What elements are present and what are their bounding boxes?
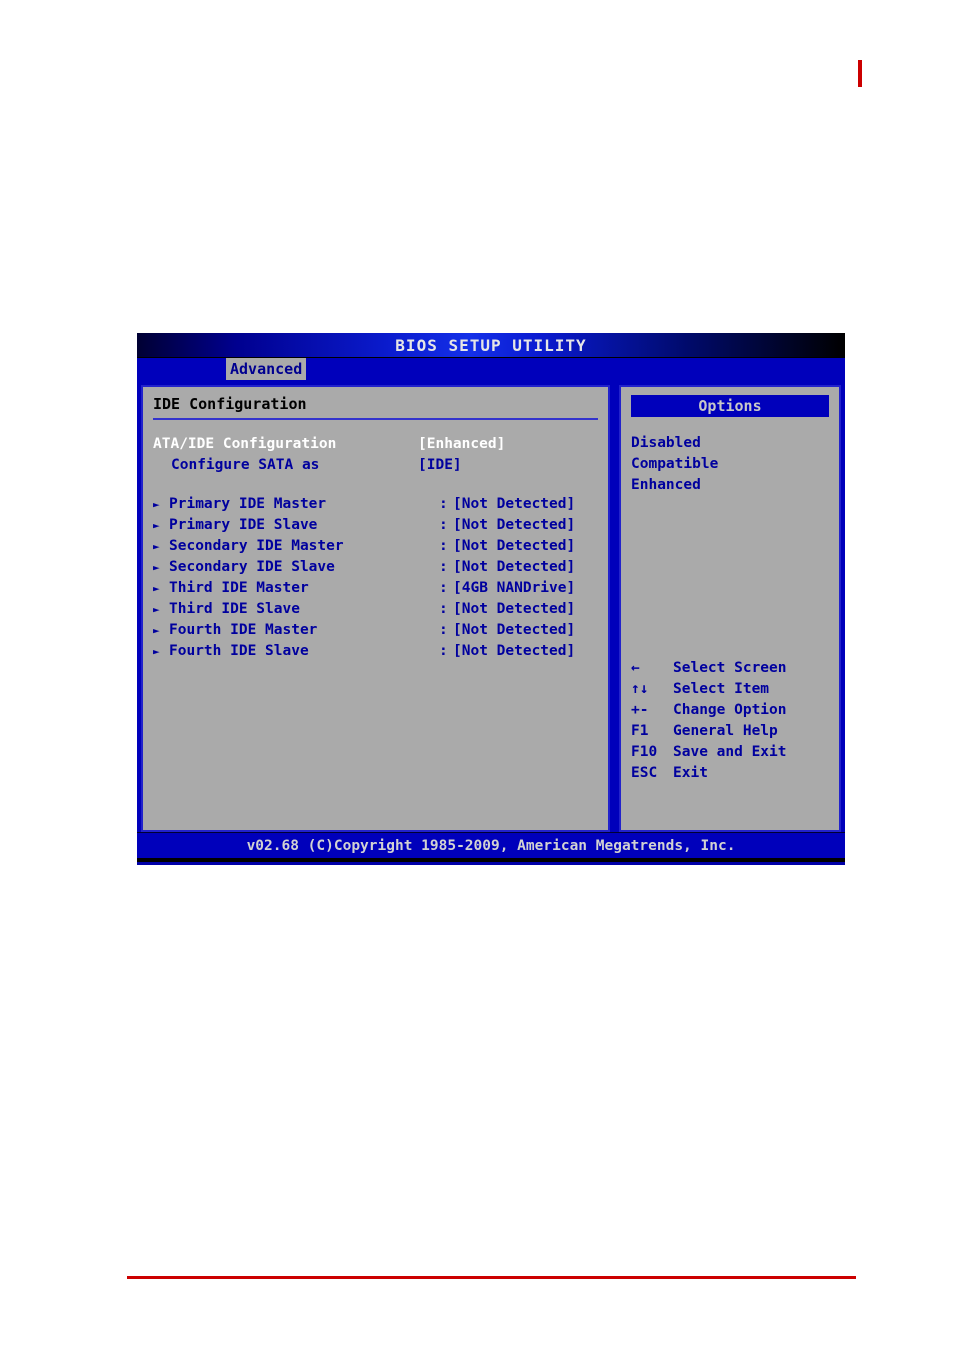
device-colon: : (439, 601, 448, 617)
setting-label: ATA/IDE Configuration (153, 436, 337, 452)
triangle-right-icon: ► (153, 498, 160, 511)
setting-row-ata-ide-configuration[interactable]: ATA/IDE Configuration [Enhanced] (153, 434, 598, 455)
device-value: [Not Detected] (453, 538, 576, 554)
section-divider (153, 418, 598, 420)
device-colon: : (439, 538, 448, 554)
triangle-right-icon: ► (153, 645, 160, 658)
triangle-right-icon: ► (153, 519, 160, 532)
device-label: Third IDE Master (169, 580, 309, 596)
triangle-right-icon: ► (153, 582, 160, 595)
key-help-label: Save and Exit (673, 744, 787, 760)
settings-spacer (153, 476, 598, 494)
plus-minus-icon: +- (631, 702, 649, 718)
key-help-exit: ESC Exit (631, 763, 821, 784)
device-label: Fourth IDE Slave (169, 643, 309, 659)
key-help-label: Change Option (673, 702, 787, 718)
device-value: [Not Detected] (453, 643, 576, 659)
key-help-label: Select Screen (673, 660, 787, 676)
device-label: Fourth IDE Master (169, 622, 318, 638)
setting-value[interactable]: [Enhanced] (418, 434, 505, 455)
device-row-third-ide-slave[interactable]: ► Third IDE Slave : [Not Detected] (153, 599, 598, 620)
triangle-right-icon: ► (153, 603, 160, 616)
triangle-right-icon: ► (153, 540, 160, 553)
device-row-secondary-ide-slave[interactable]: ► Secondary IDE Slave : [Not Detected] (153, 557, 598, 578)
panel-divider (610, 385, 619, 832)
device-row-fourth-ide-slave[interactable]: ► Fourth IDE Slave : [Not Detected] (153, 641, 598, 662)
device-colon: : (439, 580, 448, 596)
bios-footer-bar: v02.68 (C)Copyright 1985-2009, American … (137, 832, 845, 858)
bios-body: IDE Configuration ATA/IDE Configuration … (137, 380, 845, 832)
key-help-label: General Help (673, 723, 778, 739)
device-value: [Not Detected] (453, 559, 576, 575)
device-value: [Not Detected] (453, 622, 576, 638)
option-item-disabled[interactable]: Disabled (631, 433, 829, 454)
key-help-legend: ← Select Screen ↑↓ Select Item +- Change… (631, 658, 821, 784)
device-label: Primary IDE Slave (169, 517, 318, 533)
page-footer-rule (127, 1276, 856, 1279)
setting-label: Configure SATA as (171, 457, 320, 473)
key-f1: F1 (631, 723, 649, 739)
device-colon: : (439, 496, 448, 512)
key-help-label: Select Item (673, 681, 770, 697)
bios-setup-window: BIOS SETUP UTILITY Advanced IDE Configur… (137, 333, 845, 865)
device-value: [Not Detected] (453, 496, 576, 512)
triangle-right-icon: ► (153, 624, 160, 637)
option-item-enhanced[interactable]: Enhanced (631, 475, 829, 496)
bios-title: BIOS SETUP UTILITY (395, 335, 587, 355)
setting-row-configure-sata-as[interactable]: Configure SATA as [IDE] (153, 455, 598, 476)
device-colon: : (439, 517, 448, 533)
key-help-label: Exit (673, 765, 708, 781)
arrow-up-down-icon: ↑↓ (631, 681, 649, 697)
device-label: Secondary IDE Slave (169, 559, 335, 575)
device-colon: : (439, 643, 448, 659)
device-row-fourth-ide-master[interactable]: ► Fourth IDE Master : [Not Detected] (153, 620, 598, 641)
key-f10: F10 (631, 744, 658, 760)
bios-title-bar: BIOS SETUP UTILITY (137, 333, 845, 358)
device-value: [Not Detected] (453, 517, 576, 533)
device-label: Primary IDE Master (169, 496, 327, 512)
device-row-primary-ide-slave[interactable]: ► Primary IDE Slave : [Not Detected] (153, 515, 598, 536)
device-row-secondary-ide-master[interactable]: ► Secondary IDE Master : [Not Detected] (153, 536, 598, 557)
device-value: [Not Detected] (453, 601, 576, 617)
page-corner-mark (858, 60, 862, 87)
main-settings-panel: IDE Configuration ATA/IDE Configuration … (141, 385, 610, 832)
bios-copyright: v02.68 (C)Copyright 1985-2009, American … (246, 837, 736, 854)
options-panel: Options Disabled Compatible Enhanced ← S… (619, 385, 841, 832)
key-help-change-option: +- Change Option (631, 700, 821, 721)
key-help-select-screen: ← Select Screen (631, 658, 821, 679)
tab-advanced[interactable]: Advanced (226, 358, 307, 380)
device-colon: : (439, 559, 448, 575)
device-value: [4GB NANDrive] (453, 580, 576, 596)
key-esc: ESC (631, 765, 658, 781)
page-title: IDE Configuration (153, 395, 307, 413)
setting-value[interactable]: [IDE] (418, 455, 462, 476)
device-label: Third IDE Slave (169, 601, 300, 617)
option-item-compatible[interactable]: Compatible (631, 454, 829, 475)
device-row-third-ide-master[interactable]: ► Third IDE Master : [4GB NANDrive] (153, 578, 598, 599)
key-help-save-and-exit: F10 Save and Exit (631, 742, 821, 763)
bios-bottom-edge (137, 858, 845, 862)
options-header: Options (631, 395, 829, 417)
bios-tab-bar[interactable]: Advanced (137, 358, 845, 380)
arrow-left-icon: ← (631, 660, 640, 676)
key-help-select-item: ↑↓ Select Item (631, 679, 821, 700)
key-help-general-help: F1 General Help (631, 721, 821, 742)
triangle-right-icon: ► (153, 561, 160, 574)
device-row-primary-ide-master[interactable]: ► Primary IDE Master : [Not Detected] (153, 494, 598, 515)
device-colon: : (439, 622, 448, 638)
device-label: Secondary IDE Master (169, 538, 344, 554)
